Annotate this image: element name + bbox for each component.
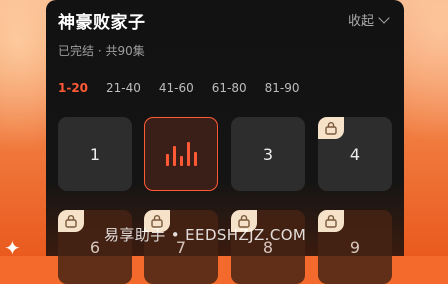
- episode-number: 6: [89, 237, 101, 257]
- episode-tile-2-playing[interactable]: [144, 117, 218, 191]
- lock-icon: [318, 117, 344, 139]
- episode-panel: 神豪败家子 收起 已完结 · 共90集 1-20 21-40 41-60 61-…: [46, 0, 404, 284]
- collapse-label: 收起: [347, 14, 374, 29]
- episode-status: 已完结 · 共90集: [58, 44, 145, 58]
- episode-number: 9: [349, 237, 361, 257]
- episode-tile-4-locked[interactable]: 4: [318, 117, 392, 191]
- tab-range-41-60[interactable]: 41-60: [159, 81, 194, 95]
- episode-tile-3[interactable]: 3: [231, 117, 305, 191]
- episode-tile-6-locked[interactable]: 6: [58, 210, 132, 284]
- episode-tile-9-locked[interactable]: 9: [318, 210, 392, 284]
- episode-tile-7-locked[interactable]: 7: [144, 210, 218, 284]
- collapse-button[interactable]: 收起: [347, 10, 390, 29]
- episode-range-tabs: 1-20 21-40 41-60 61-80 81-90: [58, 81, 300, 95]
- tab-range-21-40[interactable]: 21-40: [106, 81, 141, 95]
- episode-number: 4: [349, 144, 361, 164]
- tab-range-61-80[interactable]: 61-80: [212, 81, 247, 95]
- episode-number: 3: [262, 144, 274, 164]
- lock-icon: [318, 210, 344, 232]
- now-playing-icon: [165, 142, 197, 166]
- episode-tile-8-locked[interactable]: 8: [231, 210, 305, 284]
- tab-range-81-90[interactable]: 81-90: [265, 81, 300, 95]
- episode-number: 1: [89, 144, 101, 164]
- lock-icon: [58, 210, 84, 232]
- watermark-text: 易享助手 • EEDSHZJZ.COM: [104, 226, 307, 244]
- chevron-down-icon: [378, 11, 390, 24]
- sparkle-icon: ✦: [4, 236, 21, 260]
- episode-tile-1[interactable]: 1: [58, 117, 132, 191]
- tab-range-1-20[interactable]: 1-20: [58, 81, 88, 95]
- drama-title: 神豪败家子: [58, 13, 146, 33]
